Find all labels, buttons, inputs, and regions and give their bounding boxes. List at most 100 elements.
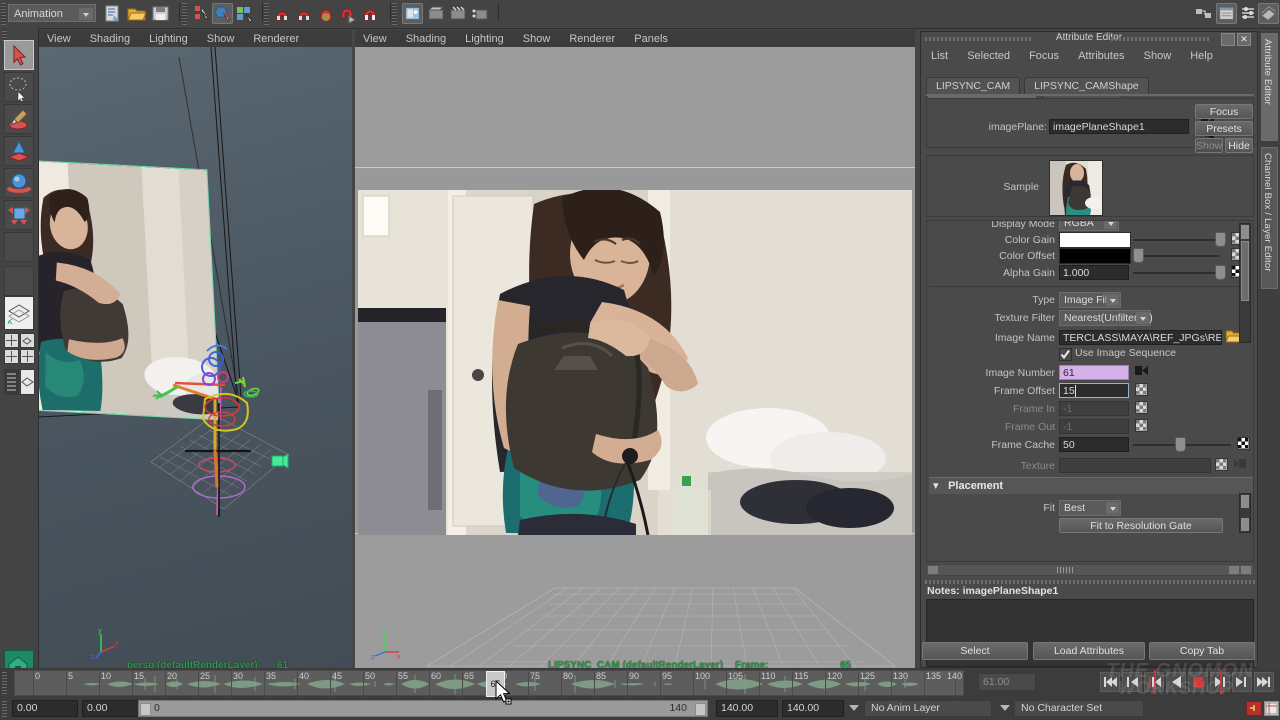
frame-out-map-button[interactable]	[1135, 419, 1148, 432]
hscroll-right-arrow[interactable]	[1229, 566, 1239, 574]
snap-to-grid-icon[interactable]	[272, 3, 293, 24]
show-button[interactable]: Show	[1195, 138, 1223, 153]
menu-set-selector[interactable]: Animation	[8, 4, 96, 22]
frame-cache-map-button[interactable]	[1237, 437, 1250, 450]
image-number-connection-icon[interactable]	[1135, 365, 1149, 376]
ae-tab-lipsync-cam[interactable]: LIPSYNC_CAM	[926, 77, 1020, 95]
sidebar-toggle-icon[interactable]	[1193, 3, 1214, 24]
range-grip[interactable]	[2, 700, 7, 717]
chevron-down-icon[interactable]	[1136, 312, 1149, 324]
ae-tab-lipsync-camshape[interactable]: LIPSYNC_CAMShape	[1024, 77, 1148, 95]
two-pane-layout-icon[interactable]	[4, 349, 19, 364]
restore-panel-icon[interactable]	[1221, 33, 1235, 46]
hscroll-grip[interactable]	[1057, 567, 1073, 573]
move-tool-icon[interactable]	[4, 136, 34, 166]
snap-to-view-planes-icon[interactable]	[360, 3, 381, 24]
render-current-frame-icon[interactable]	[402, 3, 423, 24]
new-scene-icon[interactable]	[102, 3, 123, 24]
ae-menu-focus[interactable]: Focus	[1021, 47, 1067, 65]
chevron-down-icon[interactable]	[1106, 502, 1119, 514]
vpl-menu-show[interactable]: Show	[199, 30, 243, 48]
lipsync-camera-viewport[interactable]: y x z LIPSYNC_CAM (defaultRenderLayer) F…	[355, 47, 915, 678]
persp-outliner-layout-icon[interactable]	[20, 333, 35, 348]
display-mode-dropdown[interactable]: RGBA	[1059, 220, 1119, 231]
image-name-field[interactable]: TERCLASS\MAYA\REF_JPGs\REF_001.jpg	[1059, 330, 1222, 345]
vpr-menu-panels[interactable]: Panels	[626, 30, 676, 48]
range-start-field[interactable]: 0.00	[12, 700, 78, 717]
vpr-menu-show[interactable]: Show	[515, 30, 559, 48]
load-attributes-button[interactable]: Load Attributes	[1033, 642, 1145, 660]
outliner-persp-layout-icon[interactable]	[4, 369, 19, 395]
chevron-down-icon[interactable]: ▾	[933, 478, 945, 494]
scale-tool-icon[interactable]	[4, 200, 34, 230]
character-set-dropdown[interactable]: No Character Set	[1014, 700, 1144, 717]
frame-cache-field[interactable]: 50	[1059, 437, 1129, 452]
attribute-editor-toggle-icon[interactable]	[1216, 3, 1237, 24]
select-by-object-type-icon[interactable]	[212, 3, 233, 24]
frame-in-map-button[interactable]	[1135, 401, 1148, 414]
chevron-down-icon[interactable]	[79, 8, 93, 20]
hscroll-left-arrow[interactable]	[928, 566, 938, 574]
ae-menu-selected[interactable]: Selected	[959, 47, 1018, 65]
hypershade-persp-layout-icon[interactable]	[20, 369, 35, 395]
alpha-gain-slider-track[interactable]	[1133, 272, 1219, 274]
timeline-playhead[interactable]: 65	[486, 671, 505, 697]
three-pane-layout-icon[interactable]	[20, 349, 35, 364]
select-button[interactable]: Select	[922, 642, 1028, 660]
paint-select-tool-icon[interactable]	[4, 104, 34, 134]
select-by-hierarchy-icon[interactable]	[190, 3, 211, 24]
tool-settings-toggle-icon[interactable]	[1238, 3, 1259, 24]
vpr-menu-view[interactable]: View	[355, 30, 395, 48]
current-time-field[interactable]: 61.00	[978, 673, 1036, 691]
color-offset-slider-handle[interactable]	[1133, 248, 1144, 263]
color-gain-slider-track[interactable]	[1133, 239, 1219, 241]
texture-map-button[interactable]	[1215, 458, 1228, 471]
time-slider-track[interactable]: 0 5 10 15 20 25 30 35 40 45 50 55 60 65 …	[14, 670, 964, 696]
attributes-scroll-thumb[interactable]	[1241, 241, 1249, 301]
attributes-scrollbar-lower[interactable]	[1239, 493, 1251, 533]
scroll-up-arrow-2[interactable]	[1241, 495, 1249, 508]
texture-field[interactable]	[1059, 458, 1211, 473]
frame-offset-field[interactable]: 15	[1059, 383, 1129, 398]
alpha-gain-slider-handle[interactable]	[1215, 265, 1226, 280]
perspective-viewport[interactable]: y x z persp (defaultRenderLayer) 61	[39, 47, 352, 678]
texture-connection-icon[interactable]	[1233, 458, 1247, 470]
time-slider[interactable]: 0 5 10 15 20 25 30 35 40 45 50 55 60 65 …	[0, 668, 1280, 698]
single-perspective-layout-icon[interactable]	[4, 296, 34, 330]
vpl-menu-view[interactable]: View	[39, 30, 79, 48]
attributes-hscrollbar[interactable]	[926, 564, 1254, 576]
last-tool-slot-a[interactable]	[4, 232, 34, 262]
range-slider-bar[interactable]: 0 140	[138, 700, 708, 717]
channel-box-toggle-icon[interactable]	[1258, 3, 1279, 24]
chevron-down-icon[interactable]	[1106, 294, 1119, 306]
vpr-menu-shading[interactable]: Shading	[398, 30, 454, 48]
side-tab-attribute-editor[interactable]: Attribute Editor	[1261, 33, 1278, 141]
go-to-end-button[interactable]	[1254, 672, 1274, 692]
attributes-scroll-area[interactable]: Display Mode RGBA Color Gain Color Offse…	[926, 220, 1254, 562]
hscroll-end-arrow[interactable]	[1241, 566, 1251, 574]
use-image-sequence-checkbox[interactable]	[1059, 348, 1072, 361]
toolbar-grip[interactable]	[1, 3, 6, 25]
color-gain-swatch[interactable]	[1059, 232, 1131, 248]
type-dropdown[interactable]: Image File	[1059, 292, 1121, 308]
anim-end-field-1[interactable]: 140.00	[716, 700, 778, 717]
image-number-field[interactable]: 61	[1059, 365, 1129, 380]
auto-keyframe-toggle-icon[interactable]	[1246, 701, 1262, 716]
snap-to-curve-icon[interactable]	[294, 3, 315, 24]
hide-button[interactable]: Hide	[1225, 138, 1253, 153]
open-scene-icon[interactable]	[126, 3, 147, 24]
vpl-menu-lighting[interactable]: Lighting	[141, 30, 196, 48]
placement-section-header[interactable]: ▾ Placement	[929, 477, 1253, 494]
frame-out-field[interactable]: -1	[1059, 419, 1129, 434]
scroll-up-arrow[interactable]	[1241, 225, 1249, 239]
render-globals-icon[interactable]	[470, 3, 491, 24]
copy-tab-button[interactable]: Copy Tab	[1149, 642, 1255, 660]
lasso-tool-icon[interactable]	[4, 72, 34, 102]
snap-to-projected-center-icon[interactable]	[338, 3, 359, 24]
close-panel-icon[interactable]: ✕	[1237, 33, 1251, 46]
vpl-menu-shading[interactable]: Shading	[82, 30, 138, 48]
frame-cache-slider-handle[interactable]	[1175, 437, 1186, 452]
snap-to-point-icon[interactable]	[316, 3, 337, 24]
color-gain-slider-handle[interactable]	[1215, 232, 1226, 247]
timeline-grip[interactable]	[2, 672, 7, 694]
